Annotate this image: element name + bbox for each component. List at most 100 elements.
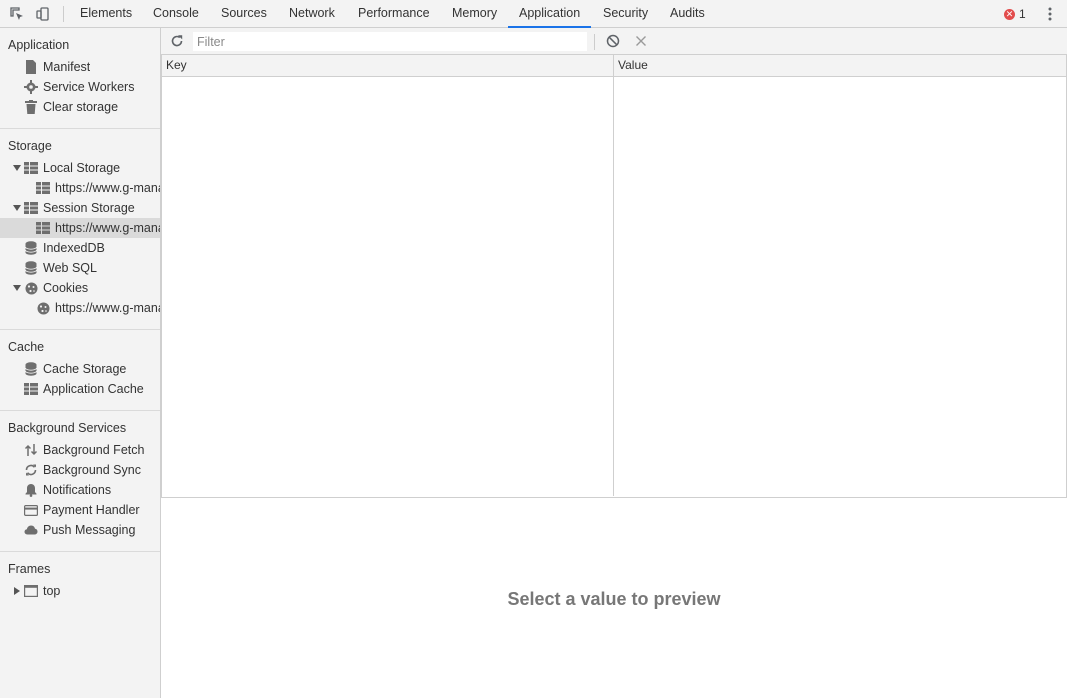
refresh-icon[interactable] bbox=[170, 34, 184, 48]
sidebar-item-web-sql[interactable]: Web SQL bbox=[0, 258, 160, 278]
sidebar-item-session-storage[interactable]: Session Storage bbox=[0, 198, 160, 218]
up-down-arrows-icon bbox=[24, 443, 38, 457]
sidebar-item-label: Cookies bbox=[43, 281, 89, 295]
storage-toolbar bbox=[161, 28, 1067, 55]
section-divider bbox=[0, 551, 160, 552]
grid-icon bbox=[24, 382, 38, 396]
section-divider bbox=[0, 128, 160, 129]
device-toolbar-icon[interactable] bbox=[34, 5, 52, 23]
sidebar-item-clear-storage[interactable]: Clear storage bbox=[0, 97, 160, 117]
sidebar-item-label: Push Messaging bbox=[43, 523, 136, 537]
sidebar-item-application-cache[interactable]: Application Cache bbox=[0, 379, 160, 399]
database-icon bbox=[24, 362, 38, 376]
collapsed-triangle-icon[interactable] bbox=[12, 586, 22, 596]
cookie-icon bbox=[36, 301, 50, 315]
sidebar-item-label: Application Cache bbox=[43, 382, 144, 396]
gear-icon bbox=[24, 80, 38, 94]
expand-triangle-icon[interactable] bbox=[12, 163, 22, 173]
section-title-background-services: Background Services bbox=[8, 421, 127, 435]
filter-input[interactable] bbox=[193, 32, 587, 51]
inspect-element-icon[interactable] bbox=[8, 5, 26, 23]
tab-security[interactable]: Security bbox=[592, 0, 659, 28]
sidebar-item-session-storage-origin[interactable]: https://www.g-mana bbox=[0, 218, 160, 238]
sidebar-item-cookies[interactable]: Cookies bbox=[0, 278, 160, 298]
sidebar-item-label: Manifest bbox=[43, 60, 91, 74]
expand-triangle-icon[interactable] bbox=[12, 283, 22, 293]
section-title-frames: Frames bbox=[8, 562, 51, 576]
section-title-cache: Cache bbox=[8, 340, 45, 354]
sidebar-item-local-storage-origin[interactable]: https://www.g-mana bbox=[0, 178, 160, 198]
column-divider[interactable] bbox=[613, 55, 614, 496]
tab-elements[interactable]: Elements bbox=[69, 0, 143, 28]
section-divider bbox=[0, 329, 160, 330]
sidebar-item-label: Web SQL bbox=[43, 261, 97, 275]
sidebar-item-payment-handler[interactable]: Payment Handler bbox=[0, 500, 160, 520]
sidebar-item-background-sync[interactable]: Background Sync bbox=[0, 460, 160, 480]
sidebar-item-label: Cache Storage bbox=[43, 362, 127, 376]
column-header-value[interactable]: Value bbox=[614, 55, 648, 76]
column-header-key[interactable]: Key bbox=[162, 55, 187, 76]
tab-application[interactable]: Application bbox=[508, 0, 592, 28]
cloud-icon bbox=[24, 523, 38, 537]
tab-performance[interactable]: Performance bbox=[347, 0, 441, 28]
document-icon bbox=[24, 60, 38, 74]
value-preview-pane: Select a value to preview bbox=[161, 498, 1067, 698]
grid-icon bbox=[36, 221, 50, 235]
database-icon bbox=[24, 261, 38, 275]
tab-network[interactable]: Network bbox=[278, 0, 346, 28]
sidebar-item-manifest[interactable]: Manifest bbox=[0, 57, 160, 77]
frame-icon bbox=[24, 584, 38, 598]
sidebar-item-label: Local Storage bbox=[43, 161, 121, 175]
sidebar-item-indexeddb[interactable]: IndexedDB bbox=[0, 238, 160, 258]
more-options-icon[interactable] bbox=[1043, 6, 1057, 22]
credit-card-icon bbox=[24, 503, 38, 517]
sidebar-item-frame-top[interactable]: top bbox=[0, 581, 160, 601]
sidebar-item-cache-storage[interactable]: Cache Storage bbox=[0, 359, 160, 379]
trash-icon bbox=[24, 100, 38, 114]
error-icon: ✕ bbox=[1004, 8, 1015, 20]
table-header: Key Value bbox=[162, 55, 1066, 77]
sidebar-item-label: IndexedDB bbox=[43, 241, 105, 255]
tab-audits[interactable]: Audits bbox=[659, 0, 716, 28]
grid-icon bbox=[24, 161, 38, 175]
key-value-table: Key Value bbox=[161, 55, 1067, 498]
tab-memory[interactable]: Memory bbox=[441, 0, 508, 28]
sidebar-item-label: Service Workers bbox=[43, 80, 135, 94]
bell-icon bbox=[24, 483, 38, 497]
database-icon bbox=[24, 241, 38, 255]
sidebar-item-label: Payment Handler bbox=[43, 503, 140, 517]
sidebar-item-label: top bbox=[43, 584, 61, 598]
sidebar-item-label: https://www.g-mana bbox=[55, 221, 160, 235]
sidebar-item-label: Clear storage bbox=[43, 100, 119, 114]
toolbar-separator bbox=[594, 34, 595, 50]
delete-selected-icon[interactable] bbox=[634, 34, 648, 48]
tab-sources[interactable]: Sources bbox=[210, 0, 278, 28]
sidebar-item-notifications[interactable]: Notifications bbox=[0, 480, 160, 500]
preview-placeholder: Select a value to preview bbox=[507, 588, 721, 609]
section-title-application: Application bbox=[8, 38, 70, 52]
devtools-toolbar: Elements Console Sources Network Perform… bbox=[0, 0, 1067, 28]
error-count-label: 1 bbox=[1019, 7, 1026, 21]
grid-icon bbox=[24, 201, 38, 215]
sidebar-item-label: Background Sync bbox=[43, 463, 141, 477]
expand-triangle-icon[interactable] bbox=[12, 203, 22, 213]
sidebar-item-label: Session Storage bbox=[43, 201, 135, 215]
sidebar-item-service-workers[interactable]: Service Workers bbox=[0, 77, 160, 97]
sidebar-item-local-storage[interactable]: Local Storage bbox=[0, 158, 160, 178]
sync-icon bbox=[24, 463, 38, 477]
cookie-icon bbox=[24, 281, 38, 295]
section-divider bbox=[0, 410, 160, 411]
toolbar-separator bbox=[63, 6, 64, 22]
grid-icon bbox=[36, 181, 50, 195]
sidebar-item-cookies-origin[interactable]: https://www.g-mana bbox=[0, 298, 160, 318]
sidebar-item-label: Notifications bbox=[43, 483, 112, 497]
tab-console[interactable]: Console bbox=[142, 0, 210, 28]
sidebar-item-background-fetch[interactable]: Background Fetch bbox=[0, 440, 160, 460]
sidebar-item-push-messaging[interactable]: Push Messaging bbox=[0, 520, 160, 540]
clear-all-icon[interactable] bbox=[606, 34, 620, 48]
section-title-storage: Storage bbox=[8, 139, 52, 153]
error-counter[interactable]: ✕ 1 bbox=[1004, 7, 1026, 21]
storage-view: Key Value Select a value to preview bbox=[161, 28, 1067, 698]
application-sidebar: Application Manifest Service Workers Cle… bbox=[0, 28, 161, 698]
sidebar-item-label: https://www.g-mana bbox=[55, 181, 160, 195]
